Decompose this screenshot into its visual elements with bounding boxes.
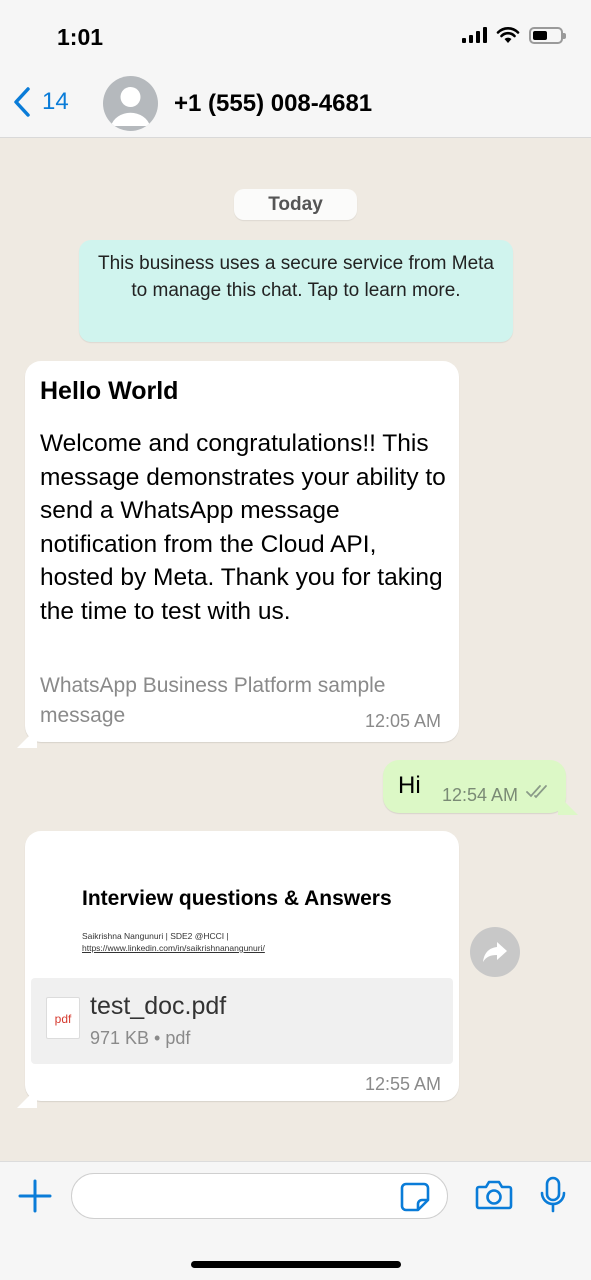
bubble-tail — [558, 795, 578, 815]
wifi-icon — [496, 27, 520, 43]
message-time: 12:05 AM — [364, 711, 441, 731]
plus-icon[interactable] — [17, 1178, 53, 1214]
status-icons — [462, 26, 566, 44]
document-preview-title: Interview questions & Answers — [82, 887, 392, 910]
outgoing-message[interactable]: Hi 12:54 AM — [383, 760, 566, 813]
status-bar: 1:01 — [0, 0, 591, 70]
document-message[interactable]: Interview questions & Answers Saikrishna… — [25, 831, 459, 1101]
message-input[interactable] — [71, 1173, 448, 1219]
double-check-icon — [526, 785, 547, 799]
message-text: Hi — [398, 772, 421, 799]
contact-name[interactable]: +1 (555) 008-4681 — [174, 90, 372, 118]
chat-area[interactable]: Today This business uses a secure servic… — [0, 139, 591, 1161]
forward-icon — [483, 942, 507, 962]
microphone-icon[interactable] — [540, 1176, 566, 1214]
message-time: 12:54 AM — [442, 785, 519, 805]
file-name: test_doc.pdf — [90, 992, 227, 1020]
forward-button[interactable] — [470, 927, 520, 977]
camera-icon[interactable] — [475, 1179, 513, 1211]
signal-icon — [462, 27, 487, 43]
avatar-placeholder-icon — [111, 87, 150, 126]
sticker-icon[interactable] — [400, 1182, 430, 1212]
document-preview-author: Saikrishna Nangunuri | SDE2 @HCCI | — [82, 931, 229, 941]
input-bar — [0, 1161, 591, 1280]
avatar[interactable] — [103, 76, 158, 131]
document-file-row[interactable]: pdf test_doc.pdf 971 KB • pdf — [31, 978, 453, 1064]
battery-icon — [529, 26, 566, 44]
unread-count: 14 — [42, 88, 69, 115]
pdf-file-icon: pdf — [46, 997, 80, 1039]
document-preview-link: https://www.linkedin.com/in/saikrishnana… — [82, 943, 265, 953]
home-indicator — [191, 1261, 401, 1268]
message-title: Hello World — [40, 377, 179, 405]
incoming-message[interactable]: Hello World Welcome and congratulations!… — [25, 361, 459, 742]
date-chip: Today — [234, 189, 357, 220]
document-preview[interactable]: Interview questions & Answers Saikrishna… — [31, 837, 453, 979]
back-button[interactable]: 14 — [12, 86, 69, 118]
file-meta: 971 KB • pdf — [90, 1028, 191, 1048]
message-body: Welcome and congratulations!! This messa… — [40, 430, 446, 625]
back-chevron-icon — [14, 87, 30, 117]
message-time: 12:55 AM — [364, 1074, 441, 1094]
chat-header: 14 +1 (555) 008-4681 — [0, 70, 591, 138]
status-time: 1:01 — [57, 24, 104, 50]
system-notice[interactable]: This business uses a secure service from… — [79, 240, 513, 342]
